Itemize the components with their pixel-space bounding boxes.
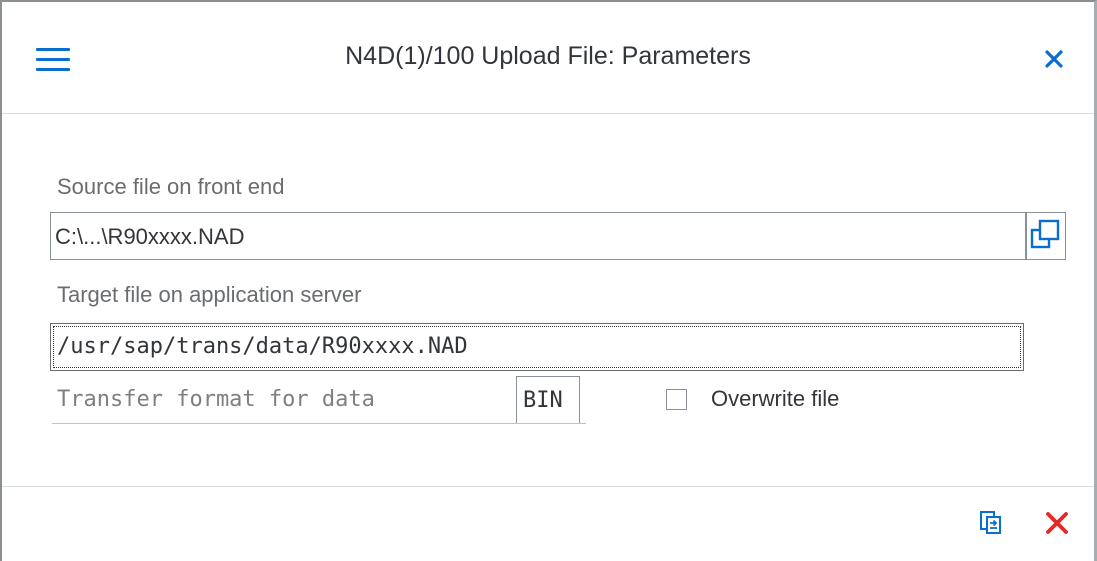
transfer-format-underline (52, 423, 586, 424)
transfer-format-label: Transfer format for data (57, 387, 375, 412)
dialog-header: N4D(1)/100 Upload File: Parameters (2, 2, 1094, 114)
upload-file-dialog: N4D(1)/100 Upload File: Parameters Sourc… (0, 0, 1097, 561)
source-file-input[interactable]: C:\...\R90xxxx.NAD (50, 212, 1026, 260)
target-file-label: Target file on application server (57, 282, 362, 307)
footer-divider (2, 486, 1094, 487)
value-help-icon (1030, 219, 1060, 249)
source-file-value: C:\...\R90xxxx.NAD (55, 224, 245, 249)
execute-button[interactable] (978, 509, 1006, 535)
value-help-button[interactable] (1026, 212, 1066, 260)
cancel-button[interactable] (1043, 509, 1071, 537)
execute-icon (980, 511, 1001, 534)
hamburger-menu-icon-bar (36, 58, 70, 61)
transfer-format-value: BIN (523, 388, 563, 413)
source-file-label: Source file on front end (57, 174, 285, 199)
overwrite-file-label: Overwrite file (711, 386, 840, 411)
cancel-icon (1046, 512, 1068, 534)
hamburger-menu-icon-bar (36, 68, 70, 71)
hamburger-menu-icon (36, 48, 70, 51)
overwrite-file-checkbox[interactable] (666, 389, 687, 410)
menu-button[interactable] (36, 46, 72, 74)
target-file-input[interactable]: /usr/sap/trans/data/R90xxxx.NAD (50, 323, 1024, 371)
close-button[interactable] (1042, 47, 1066, 71)
dialog-title: N4D(1)/100 Upload File: Parameters (345, 42, 751, 70)
transfer-format-input[interactable]: BIN (516, 376, 580, 424)
close-icon (1045, 50, 1063, 68)
target-file-value: /usr/sap/trans/data/R90xxxx.NAD (57, 334, 468, 359)
